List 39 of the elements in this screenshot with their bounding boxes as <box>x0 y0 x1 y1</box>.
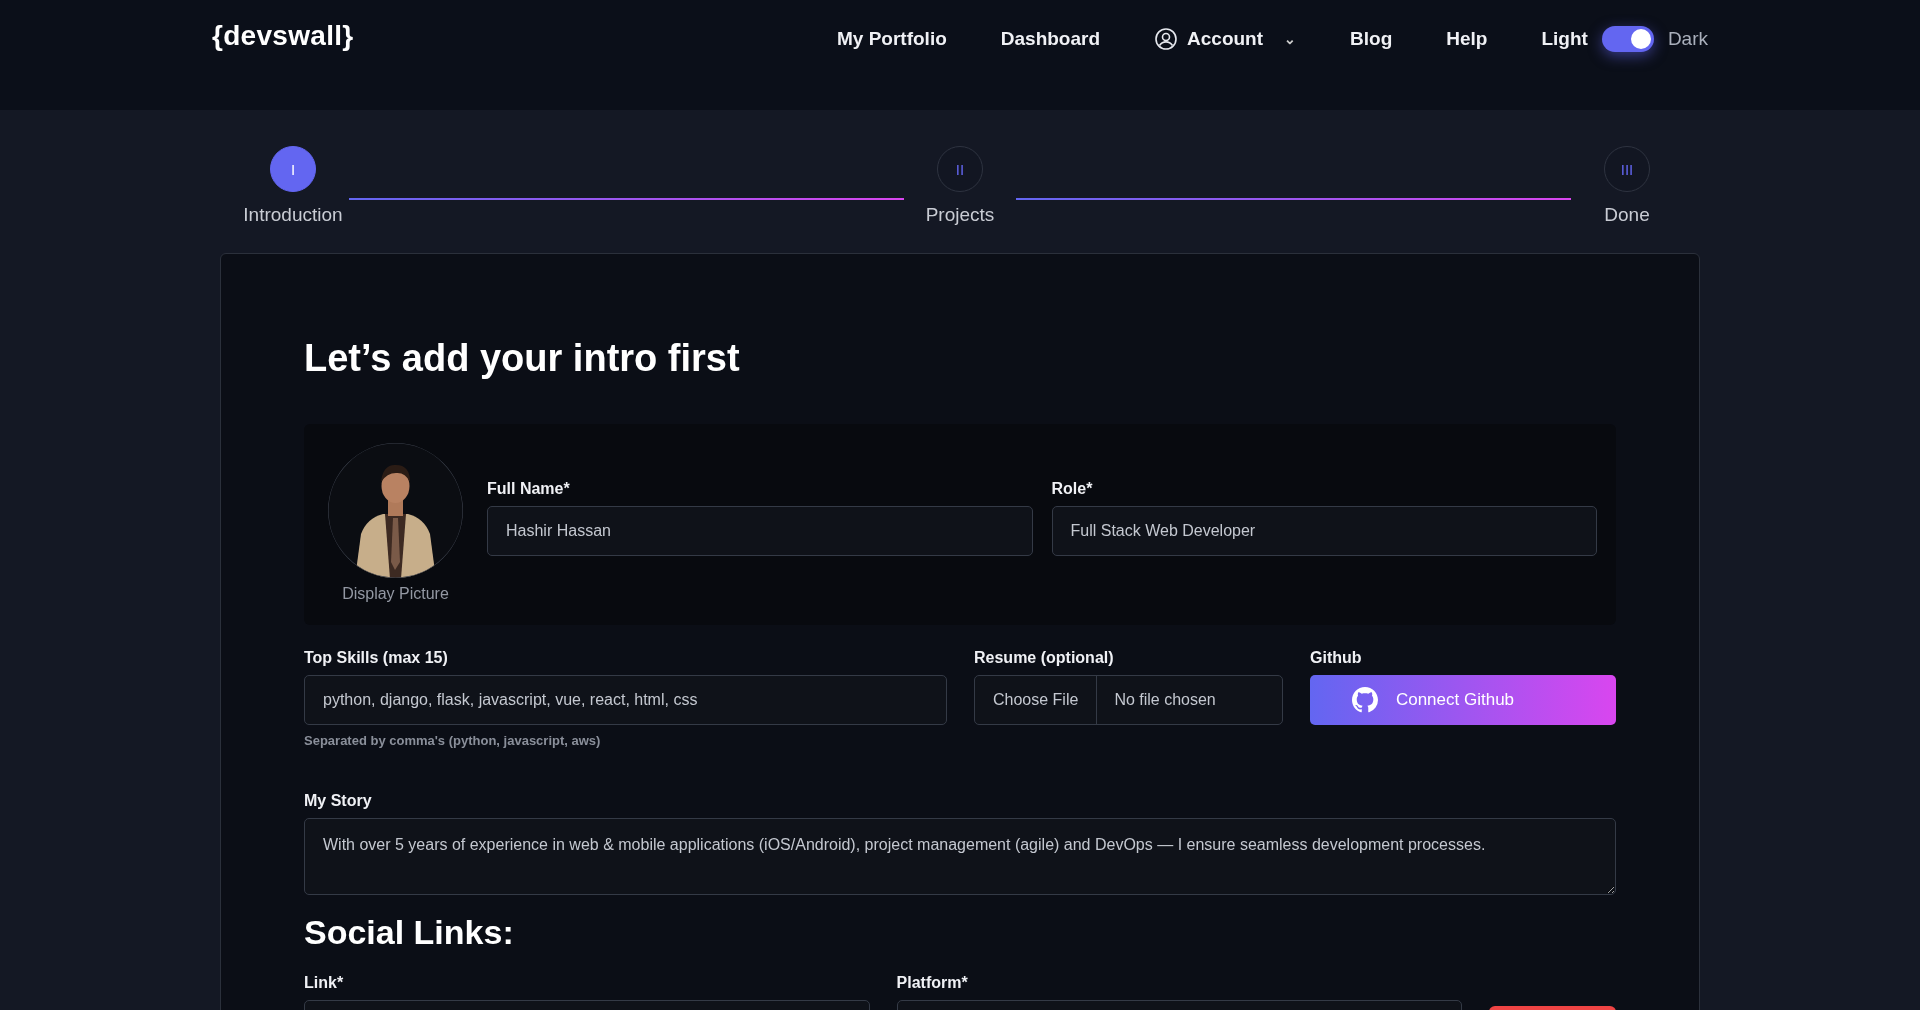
field-label: Github <box>1310 648 1363 667</box>
input-field[interactable]: Hashir Hassan <box>487 505 1033 556</box>
hint-text: Separated by comma's (python, javascript, aws) <box>304 732 602 748</box>
step-circle[interactable]: II <box>937 146 983 192</box>
nav-link[interactable]: Blog <box>1350 28 1393 50</box>
section-title: Social Links: <box>304 912 515 952</box>
account-label: Account <box>1187 28 1264 50</box>
file-status: No file chosen <box>1113 689 1217 710</box>
step-circle[interactable]: III <box>1604 146 1650 192</box>
input-field[interactable]: Full Stack Web Developer <box>1051 505 1597 556</box>
field-label: Full Name* <box>487 479 571 498</box>
story-field[interactable]: With over 5 years of experience in web & mobile applications (iOS/Android), project management (agile) and DevOps — I ensure seamless development processes. <box>304 817 1616 895</box>
github-icon <box>1351 686 1378 713</box>
form-title: Let’s add your intro first <box>304 338 741 380</box>
field-label: Resume (optional) <box>974 648 1115 667</box>
light-label: Light <box>1541 28 1588 50</box>
logo[interactable]: {devswall} <box>212 20 354 52</box>
step-label: Introduction <box>243 204 343 226</box>
step-label: Projects <box>925 204 995 226</box>
field-label: My Story <box>304 791 373 810</box>
picture-caption: Display Picture <box>342 584 449 603</box>
field-label: Link* <box>304 973 345 992</box>
theme-toggle[interactable] <box>1601 26 1654 52</box>
nav-link[interactable]: My Portfolio <box>837 28 947 50</box>
file-input[interactable]: Choose File No file chosen <box>974 674 1283 725</box>
step-circle[interactable]: I <box>270 146 316 192</box>
user-icon <box>1154 27 1179 51</box>
nav-link[interactable]: Help <box>1446 28 1488 50</box>
step-label: Done <box>1604 204 1650 226</box>
account-menu[interactable]: Account ⌄ <box>1154 27 1297 51</box>
field-label: Role* <box>1051 479 1094 498</box>
input-field[interactable]: python, django, flask, javascript, vue, react, html, css <box>304 674 947 725</box>
dark-label: Dark <box>1667 28 1708 50</box>
field-label: Platform* <box>896 973 969 992</box>
connect-github-button[interactable]: Connect Github <box>1310 674 1616 725</box>
choose-file-button[interactable]: Choose File <box>975 675 1098 724</box>
field-label: Top Skills (max 15) <box>304 648 449 667</box>
caret-icon: ⌄ <box>1284 31 1297 47</box>
nav-link[interactable]: Dashboard <box>1000 28 1101 50</box>
